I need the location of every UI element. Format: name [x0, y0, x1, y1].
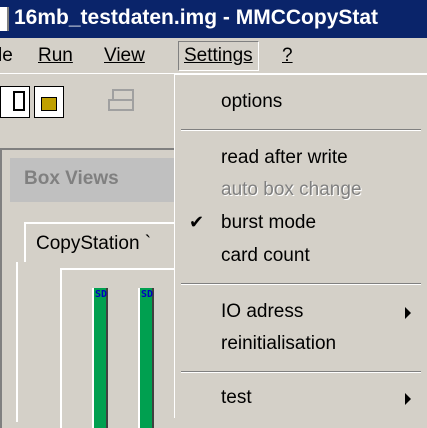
card-slot[interactable]: SD: [138, 288, 154, 428]
menu-item-burst-mode[interactable]: ✔ burst mode: [175, 208, 427, 240]
menu-file-label: le: [0, 45, 13, 66]
menu-view[interactable]: View: [104, 45, 145, 67]
window-title: 16mb_testdaten.img - MMCCopyStat: [14, 6, 379, 29]
menu-settings[interactable]: Settings: [178, 41, 259, 71]
box-views-title: Box Views: [24, 168, 119, 189]
card-slot[interactable]: SD: [92, 288, 108, 428]
menu-help-label: ?: [282, 45, 293, 66]
menu-item-auto-box-change: auto box change: [175, 175, 427, 207]
checkmark-icon: ✔: [189, 212, 205, 232]
open-folder-icon[interactable]: [34, 86, 64, 118]
menu-bar: le Run View Settings ?: [0, 38, 427, 74]
menu-run[interactable]: Run: [38, 45, 73, 67]
submenu-arrow-icon: [405, 393, 411, 405]
menu-item-options[interactable]: options: [175, 87, 427, 119]
menu-item-reinitialisation-label: reinitialisation: [221, 333, 337, 354]
menu-item-reinitialisation[interactable]: reinitialisation: [175, 329, 427, 361]
menu-item-test[interactable]: test: [175, 383, 427, 415]
menu-item-options-label: options: [221, 91, 283, 112]
menu-item-auto-box-change-label: auto box change: [221, 179, 362, 200]
menu-run-label: Run: [38, 45, 73, 66]
settings-dropdown: options read after write auto box change…: [174, 74, 427, 418]
card-slot-label: SD: [141, 289, 154, 300]
menu-item-test-label: test: [221, 387, 252, 408]
menu-separator: [181, 129, 421, 131]
tab-copystation[interactable]: CopyStation `: [24, 222, 184, 262]
app-icon[interactable]: [0, 7, 9, 31]
menu-item-io-adress-label: IO adress: [221, 301, 304, 322]
menu-help[interactable]: ?: [282, 45, 293, 67]
menu-settings-label: Settings: [184, 45, 253, 66]
menu-file[interactable]: le: [0, 45, 13, 67]
menu-item-io-adress[interactable]: IO adress: [175, 297, 427, 329]
submenu-arrow-icon: [405, 307, 411, 319]
tab-copystation-label: CopyStation `: [36, 233, 152, 254]
menu-view-label: View: [104, 45, 145, 66]
print-icon[interactable]: [108, 87, 134, 115]
menu-item-card-count[interactable]: card count: [175, 241, 427, 273]
menu-separator: [181, 371, 421, 373]
menu-item-read-after-write[interactable]: read after write: [175, 143, 427, 175]
card-slot-label: SD: [95, 289, 108, 300]
box-views-title-bar: Box Views: [10, 158, 180, 202]
menu-item-read-after-write-label: read after write: [221, 147, 348, 168]
slot-frame: [60, 268, 190, 428]
menu-separator: [181, 283, 421, 285]
menu-item-card-count-label: card count: [221, 245, 310, 266]
menu-item-burst-mode-label: burst mode: [221, 212, 317, 233]
new-document-icon[interactable]: [0, 86, 30, 118]
title-bar[interactable]: 16mb_testdaten.img - MMCCopyStat: [0, 0, 427, 38]
